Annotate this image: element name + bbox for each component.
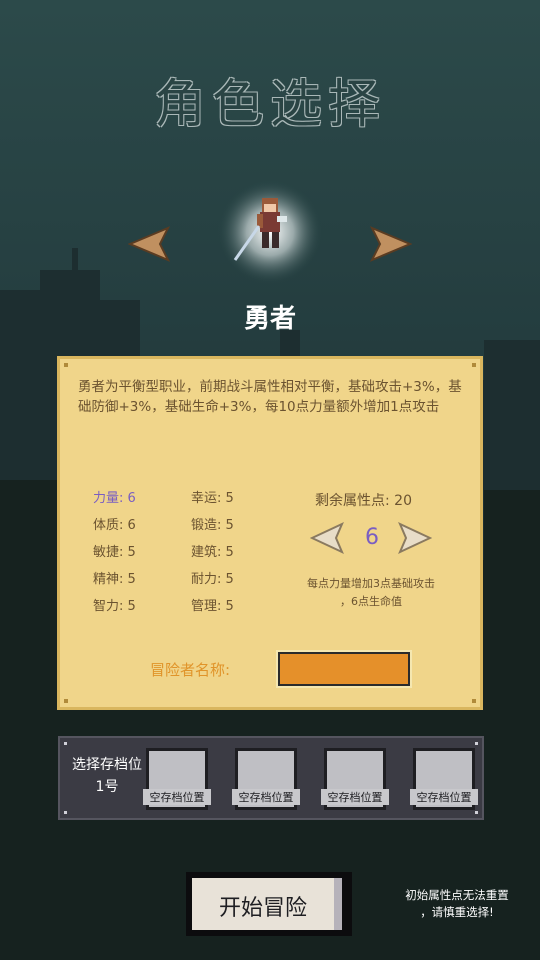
stat-effect-hint-line1: 每点力量增加3点基础攻击	[307, 577, 435, 590]
stat-agility[interactable]: 敏捷: 5	[93, 541, 136, 560]
save-slot-4[interactable]: 空存档位置	[410, 748, 478, 810]
panel-rivet	[475, 811, 478, 814]
decrease-stat-arrow[interactable]	[310, 521, 344, 555]
panel-rivet	[64, 363, 68, 367]
panel-rivet	[475, 742, 478, 745]
panel-rivet	[64, 699, 68, 703]
save-slot-panel: 选择存档位 1号 空存档位置 空存档位置 空存档位置 空存档位置	[58, 736, 484, 820]
save-slot-text: 空存档位置	[321, 789, 389, 805]
save-slot-3[interactable]: 空存档位置	[321, 748, 389, 810]
hero-description: 勇者为平衡型职业，前期战斗属性相对平衡，基础攻击+3%，基础防御+3%，基础生命…	[78, 379, 462, 415]
stat-strength[interactable]: 力量: 6	[93, 487, 136, 506]
stat-forging[interactable]: 锻造: 5	[191, 514, 234, 533]
allocated-stat-value: 6	[365, 525, 379, 550]
panel-rivet	[472, 363, 476, 367]
stat-management[interactable]: 管理: 5	[191, 595, 234, 614]
hero-name: 勇者	[243, 304, 296, 334]
remaining-points: 剩余属性点: 20	[315, 493, 412, 509]
stat-effect-hint: 每点力量增加3点基础攻击 ，6点生命值	[286, 575, 456, 611]
save-slot-text: 空存档位置	[410, 789, 478, 805]
stat-spirit[interactable]: 精神: 5	[93, 568, 136, 587]
start-adventure-button[interactable]: 开始冒险	[186, 872, 352, 936]
save-slot-text: 空存档位置	[232, 789, 300, 805]
prev-hero-arrow[interactable]	[128, 224, 170, 264]
warning-line1: 初始属性点无法重置	[405, 888, 509, 902]
hero-info-panel: 勇者为平衡型职业，前期战斗属性相对平衡，基础攻击+3%，基础防御+3%，基础生命…	[57, 356, 483, 710]
save-slot-label-line1: 选择存档位	[72, 757, 142, 773]
panel-rivet	[64, 742, 67, 745]
save-slot-1[interactable]: 空存档位置	[143, 748, 211, 810]
stat-intelligence[interactable]: 智力: 5	[93, 595, 136, 614]
stat-effect-hint-line2: ，6点生命值	[340, 595, 402, 608]
save-slot-2[interactable]: 空存档位置	[232, 748, 300, 810]
hero-sprite	[218, 180, 322, 284]
save-slot-label-line2: 1号	[95, 779, 119, 795]
start-button-label: 开始冒险	[218, 896, 307, 921]
increase-stat-arrow[interactable]	[398, 521, 432, 555]
panel-rivet	[472, 699, 476, 703]
panel-rivet	[64, 811, 67, 814]
page-title: 角色选择	[153, 75, 386, 135]
adventurer-name-input[interactable]	[276, 650, 412, 688]
stat-constitution[interactable]: 体质: 6	[93, 514, 136, 533]
save-slot-text: 空存档位置	[143, 789, 211, 805]
stat-luck[interactable]: 幸运: 5	[191, 487, 234, 506]
adventurer-name-label: 冒险者名称:	[150, 661, 231, 679]
warning-line2: ，请慎重选择!	[420, 905, 494, 919]
stat-building[interactable]: 建筑: 5	[191, 541, 234, 560]
next-hero-arrow[interactable]	[370, 224, 412, 264]
stat-reset-warning: 初始属性点无法重置 ，请慎重选择!	[392, 887, 522, 921]
start-button-face: 开始冒险	[192, 878, 342, 930]
stat-endurance[interactable]: 耐力: 5	[191, 568, 234, 587]
save-slot-label: 选择存档位 1号	[68, 754, 146, 798]
